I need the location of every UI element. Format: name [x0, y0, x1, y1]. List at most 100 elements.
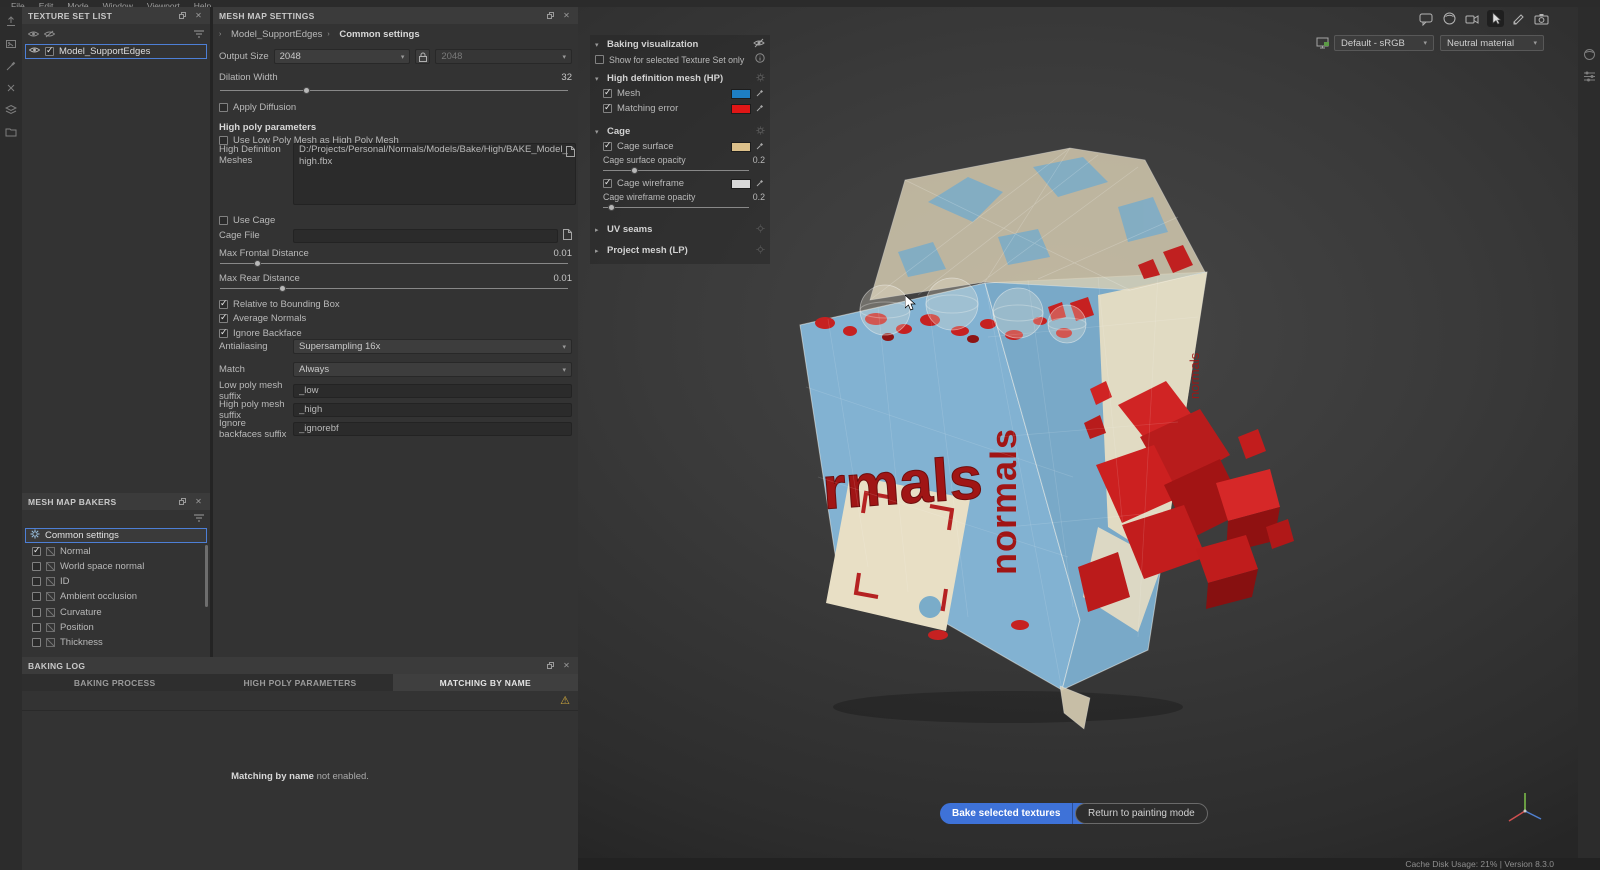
- environment-sphere-icon[interactable]: [1441, 10, 1458, 27]
- slider-handle[interactable]: [303, 87, 310, 94]
- show-selected-row[interactable]: Show for selected Texture Set only: [595, 52, 765, 67]
- cage-surface-row[interactable]: Cage surface: [595, 139, 765, 154]
- texture-set-item[interactable]: Model_SupportEdges: [25, 44, 207, 59]
- project-mesh-section-header[interactable]: ▸ Project mesh (LP): [595, 243, 765, 258]
- close-panel-icon[interactable]: ✕: [193, 496, 204, 507]
- cage-surface-color-swatch[interactable]: [731, 141, 751, 152]
- baker-checkbox[interactable]: [32, 623, 41, 632]
- hp-mesh-section-header[interactable]: ▾ High definition mesh (HP): [595, 71, 765, 86]
- gear-icon[interactable]: [756, 125, 765, 138]
- mesh-color-swatch[interactable]: [731, 88, 751, 99]
- ignore-suffix-input[interactable]: [293, 421, 572, 436]
- right-dock-environment-icon[interactable]: [1582, 47, 1596, 61]
- close-panel-icon[interactable]: ✕: [561, 660, 572, 671]
- export-icon[interactable]: [4, 15, 18, 29]
- eye-icon[interactable]: [28, 46, 41, 57]
- eyedropper-icon[interactable]: [756, 141, 765, 153]
- menu-window[interactable]: Window: [96, 0, 140, 7]
- scrollbar[interactable]: [205, 545, 208, 607]
- baker-row-id[interactable]: ID: [32, 574, 204, 589]
- lock-ratio-button[interactable]: [415, 49, 431, 64]
- filter-icon[interactable]: [194, 514, 204, 525]
- mesh-checkbox[interactable]: [603, 87, 612, 98]
- right-dock-settings-icon[interactable]: [1582, 69, 1596, 83]
- matching-error-color-swatch[interactable]: [731, 103, 751, 114]
- cage-wireframe-opacity-slider[interactable]: [603, 203, 749, 212]
- baker-row-curvature[interactable]: Curvature: [32, 605, 204, 620]
- use-cage-row[interactable]: Use Cage: [219, 213, 572, 228]
- match-dropdown[interactable]: Always ▾: [293, 362, 572, 377]
- gear-icon[interactable]: [756, 223, 765, 236]
- close-panel-icon[interactable]: ✕: [561, 10, 572, 21]
- cage-surface-opacity-slider[interactable]: [603, 166, 749, 175]
- use-cage-checkbox[interactable]: [219, 216, 228, 225]
- menu-viewport[interactable]: Viewport: [140, 0, 187, 7]
- cage-file-input[interactable]: [293, 228, 558, 243]
- baker-row-ambient-occlusion[interactable]: Ambient occlusion: [32, 589, 204, 604]
- baker-row-normal[interactable]: Normal: [32, 544, 204, 559]
- baker-row-world-space-normal[interactable]: World space normal: [32, 559, 204, 574]
- baking-visualization-header[interactable]: ▾ Baking visualization: [595, 37, 765, 52]
- float-panel-icon[interactable]: [177, 10, 188, 21]
- eraser-icon[interactable]: [4, 81, 18, 95]
- shelf-icon[interactable]: [4, 125, 18, 139]
- float-panel-icon[interactable]: [545, 10, 556, 21]
- texture-set-checkbox[interactable]: [45, 45, 54, 56]
- uv-seams-section-header[interactable]: ▸ UV seams: [595, 222, 765, 237]
- float-panel-icon[interactable]: [545, 660, 556, 671]
- selection-tool-icon[interactable]: [1487, 10, 1504, 27]
- filter-icon[interactable]: [194, 30, 204, 41]
- slider-handle[interactable]: [254, 260, 262, 267]
- tab-matching-by-name[interactable]: MATCHING BY NAME: [392, 674, 578, 691]
- antialiasing-dropdown[interactable]: Supersampling 16x ▾: [293, 339, 572, 354]
- color-profile-dropdown[interactable]: Default - sRGB ▾: [1334, 35, 1434, 51]
- low-suffix-input[interactable]: [293, 383, 572, 398]
- cage-wireframe-checkbox[interactable]: [603, 177, 612, 188]
- file-browse-icon[interactable]: [563, 228, 572, 243]
- apply-diffusion-checkbox[interactable]: [219, 103, 228, 112]
- matching-error-checkbox[interactable]: [603, 102, 612, 113]
- snapshot-camera-icon[interactable]: [1533, 10, 1550, 27]
- baker-checkbox[interactable]: [32, 638, 41, 647]
- float-panel-icon[interactable]: [177, 496, 188, 507]
- cage-wireframe-row[interactable]: Cage wireframe: [595, 176, 765, 191]
- relative-bounding-box-row[interactable]: Relative to Bounding Box: [219, 297, 572, 312]
- menu-edit[interactable]: Edit: [32, 0, 61, 7]
- baker-row-position[interactable]: Position: [32, 620, 204, 635]
- comment-icon[interactable]: [1418, 10, 1435, 27]
- matching-error-row[interactable]: Matching error: [595, 101, 765, 116]
- ignore-backface-checkbox[interactable]: [219, 327, 228, 338]
- eyedropper-icon[interactable]: [756, 88, 765, 100]
- cage-wireframe-color-swatch[interactable]: [731, 178, 751, 189]
- slider-handle[interactable]: [607, 204, 615, 211]
- slider-handle[interactable]: [278, 285, 286, 292]
- brush-icon[interactable]: [4, 59, 18, 73]
- eyedropper-icon[interactable]: [756, 103, 765, 115]
- menu-help[interactable]: Help: [187, 0, 218, 7]
- visibility-isolate-icon[interactable]: [43, 30, 56, 41]
- eye-off-icon[interactable]: [753, 38, 765, 51]
- visibility-all-icon[interactable]: [27, 30, 40, 41]
- baker-checkbox[interactable]: [32, 562, 41, 571]
- display-settings-icon[interactable]: [1316, 36, 1330, 55]
- dilation-width-slider[interactable]: [220, 86, 568, 95]
- baker-checkbox[interactable]: [32, 592, 41, 601]
- menu-mode[interactable]: Mode: [60, 0, 95, 7]
- dilation-width-value[interactable]: 32: [561, 72, 572, 83]
- output-size-dropdown[interactable]: 2048 ▾: [273, 49, 411, 64]
- viewport-3d[interactable]: rmals normals normals ▾ Baking visualiza…: [578, 7, 1578, 858]
- return-to-painting-button[interactable]: Return to painting mode: [1075, 803, 1208, 824]
- image-view-icon[interactable]: [4, 37, 18, 51]
- max-rear-value[interactable]: 0.01: [554, 273, 573, 284]
- breadcrumb-texture-set[interactable]: Model_SupportEdges: [231, 29, 322, 40]
- bake-selected-textures-button[interactable]: Bake selected textures: [940, 803, 1072, 824]
- cage-wireframe-opacity-value[interactable]: 0.2: [753, 192, 765, 202]
- average-normals-row[interactable]: Average Normals: [219, 311, 572, 326]
- cage-surface-opacity-value[interactable]: 0.2: [753, 155, 765, 165]
- baker-checkbox[interactable]: [32, 577, 41, 586]
- file-browse-icon[interactable]: [566, 144, 575, 162]
- material-mode-dropdown[interactable]: Neutral material ▾: [1440, 35, 1544, 51]
- common-settings-item[interactable]: Common settings: [25, 528, 207, 543]
- average-normals-checkbox[interactable]: [219, 312, 228, 323]
- cage-surface-checkbox[interactable]: [603, 140, 612, 151]
